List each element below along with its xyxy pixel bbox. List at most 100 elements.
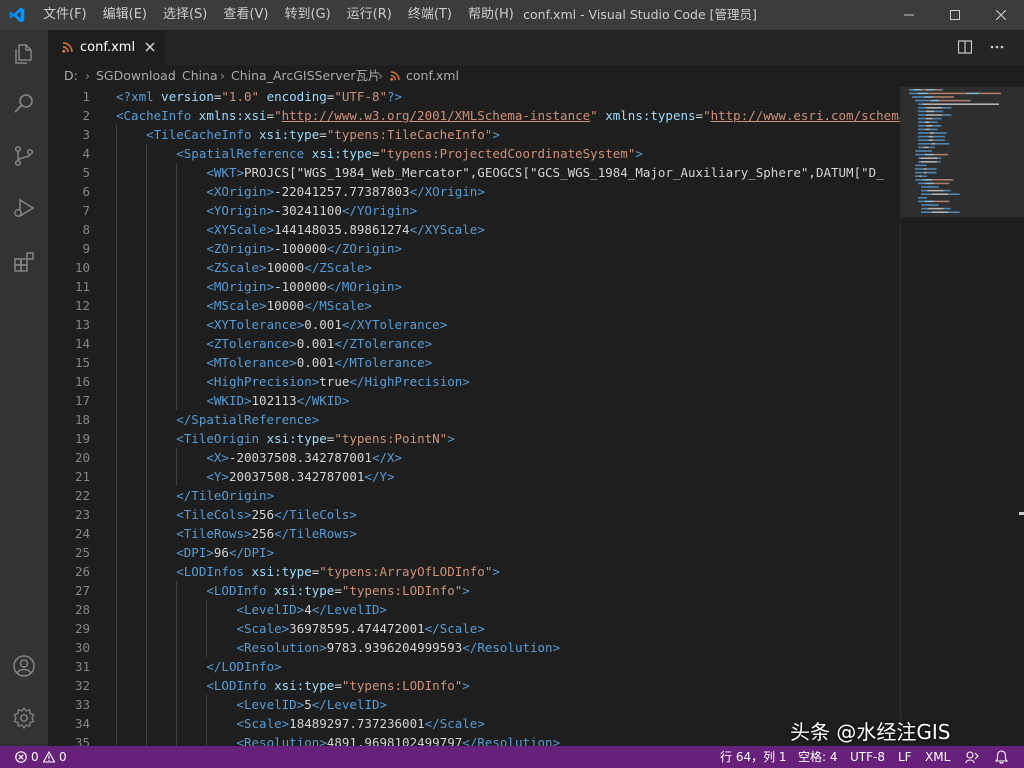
- indent-guide: [146, 448, 148, 467]
- indent-guide: [146, 258, 148, 277]
- breadcrumb-china-arcgisserver[interactable]: China_ArcGISServer瓦片: [231, 65, 381, 87]
- encoding[interactable]: UTF-8: [850, 746, 885, 768]
- line-number: 14: [74, 336, 90, 351]
- code-line[interactable]: 10 <ZScale>10000</ZScale>: [48, 258, 900, 277]
- minimap[interactable]: [900, 87, 1024, 746]
- scrollbar-thumb[interactable]: [1019, 512, 1024, 515]
- line-number: 25: [74, 545, 90, 560]
- indent-guide: [146, 144, 148, 163]
- status-bar: 0 0 行 64，列 1 空格: 4 UTF-8 LF XML: [0, 746, 1024, 768]
- code-line[interactable]: 35 <Resolution>4891.9698102499797</Resolu…: [48, 733, 900, 746]
- code-line[interactable]: 19 <TileOrigin xsi:type="typens:PointN">: [48, 429, 900, 448]
- code-line[interactable]: 2 <CacheInfo xmlns:xsi="http://www.w3.org…: [48, 106, 900, 125]
- code-line[interactable]: 24 <TileRows>256</TileRows>: [48, 524, 900, 543]
- split-editor-icon[interactable]: [958, 40, 972, 54]
- code-editor[interactable]: 1 <?xml version="1.0" encoding="UTF-8"?> 2…: [48, 87, 900, 746]
- code-line[interactable]: 23 <TileCols>256</TileCols>: [48, 505, 900, 524]
- code-line[interactable]: 8 <XYScale>144148035.89861274</XYScale>: [48, 220, 900, 239]
- code-line[interactable]: 4 <SpatialReference xsi:type="typens:Proj…: [48, 144, 900, 163]
- indent-guide: [146, 638, 148, 657]
- code-line[interactable]: 17 <WKID>102113</WKID>: [48, 391, 900, 410]
- explorer-icon[interactable]: [12, 42, 36, 66]
- code-line[interactable]: 25 <DPI>96</DPI>: [48, 543, 900, 562]
- menu-file[interactable]: 文件(F): [35, 0, 95, 30]
- rss-file-icon: [390, 71, 400, 81]
- code-line[interactable]: 26 <LODInfos xsi:type="typens:ArrayOfLODI…: [48, 562, 900, 581]
- code-line[interactable]: 14 <ZTolerance>0.001</ZTolerance>: [48, 334, 900, 353]
- close-window-button[interactable]: [978, 0, 1024, 30]
- cursor-position[interactable]: 行 64，列 1: [720, 746, 787, 768]
- code-line[interactable]: 13 <XYTolerance>0.001</XYTolerance>: [48, 315, 900, 334]
- menu-go[interactable]: 转到(G): [276, 0, 338, 30]
- indent-guide: [116, 600, 117, 619]
- feedback-icon[interactable]: [965, 750, 979, 764]
- code-line[interactable]: 9 <ZOrigin>-100000</ZOrigin>: [48, 239, 900, 258]
- breadcrumb-file[interactable]: conf.xml: [406, 65, 459, 87]
- code-line[interactable]: 7 <YOrigin>-30241100</YOrigin>: [48, 201, 900, 220]
- code-line[interactable]: 3 <TileCacheInfo xsi:type="typens:TileCac…: [48, 125, 900, 144]
- language-mode[interactable]: XML: [925, 746, 950, 768]
- tab-conf-xml[interactable]: conf.xml: [48, 30, 166, 65]
- code-line[interactable]: 32 <LODInfo xsi:type="typens:LODInfo">: [48, 676, 900, 695]
- code-line[interactable]: 27 <LODInfo xsi:type="typens:LODInfo">: [48, 581, 900, 600]
- menu-run[interactable]: 运行(R): [339, 0, 400, 30]
- code-text: <?xml version="1.0" encoding="UTF-8"?>: [116, 89, 403, 104]
- minimize-button[interactable]: [886, 0, 932, 30]
- code-text: <Resolution>4891.9698102499797</Resoluti…: [236, 735, 561, 746]
- code-line[interactable]: 11 <MOrigin>-100000</MOrigin>: [48, 277, 900, 296]
- problems-count[interactable]: 0: [31, 746, 39, 768]
- indent-guide: [116, 429, 117, 448]
- indent-guide: [116, 562, 117, 581]
- more-actions-icon[interactable]: [990, 45, 1004, 49]
- error-icon[interactable]: [15, 751, 27, 763]
- code-line[interactable]: 28 <LevelID>4</LevelID>: [48, 600, 900, 619]
- code-line[interactable]: 22 </TileOrigin>: [48, 486, 900, 505]
- breadcrumb-sgdownload[interactable]: SGDownload: [96, 65, 176, 87]
- settings-gear-icon[interactable]: [12, 706, 36, 730]
- indentation[interactable]: 空格: 4: [798, 746, 838, 768]
- code-line[interactable]: 20 <X>-20037508.342787001</X>: [48, 448, 900, 467]
- menu-view[interactable]: 查看(V): [215, 0, 276, 30]
- indent-guide: [116, 239, 117, 258]
- indent-guide: [146, 391, 148, 410]
- code-line[interactable]: 33 <LevelID>5</LevelID>: [48, 695, 900, 714]
- code-line[interactable]: 31 </LODInfo>: [48, 657, 900, 676]
- code-line[interactable]: 6 <XOrigin>-22041257.77387803</XOrigin>: [48, 182, 900, 201]
- code-line[interactable]: 18 </SpatialReference>: [48, 410, 900, 429]
- run-debug-icon[interactable]: [12, 196, 36, 220]
- account-icon[interactable]: [12, 654, 36, 678]
- line-number: 34: [74, 716, 90, 731]
- extensions-icon[interactable]: [12, 250, 36, 274]
- code-line[interactable]: 34 <Scale>18489297.737236001</Scale>: [48, 714, 900, 733]
- warnings-count[interactable]: 0: [59, 746, 67, 768]
- indent-guide: [146, 676, 148, 695]
- code-line[interactable]: 15 <MTolerance>0.001</MTolerance>: [48, 353, 900, 372]
- notifications-bell-icon[interactable]: [995, 750, 1008, 764]
- code-text: <ZScale>10000</ZScale>: [206, 260, 372, 275]
- menu-terminal[interactable]: 终端(T): [400, 0, 460, 30]
- menu-selection[interactable]: 选择(S): [155, 0, 215, 30]
- code-line[interactable]: 5 <WKT>PROJCS["WGS_1984_Web_Mercator",GEO…: [48, 163, 900, 182]
- code-line[interactable]: 30 <Resolution>9783.9396204999593</Resolu…: [48, 638, 900, 657]
- code-line[interactable]: 1 <?xml version="1.0" encoding="UTF-8"?>: [48, 87, 900, 106]
- indent-guide: [146, 505, 148, 524]
- breadcrumb-china[interactable]: China: [182, 65, 218, 87]
- code-line[interactable]: 12 <MScale>10000</MScale>: [48, 296, 900, 315]
- code-line[interactable]: 21 <Y>20037508.342787001</Y>: [48, 467, 900, 486]
- indent-guide: [116, 391, 117, 410]
- close-tab-icon[interactable]: [144, 41, 156, 53]
- indent-guide: [146, 543, 148, 562]
- source-control-icon[interactable]: [12, 144, 36, 168]
- code-line[interactable]: 29 <Scale>36978595.474472001</Scale>: [48, 619, 900, 638]
- code-text: </TileOrigin>: [176, 488, 275, 503]
- code-text: <LevelID>5</LevelID>: [236, 697, 388, 712]
- menu-edit[interactable]: 编辑(E): [95, 0, 155, 30]
- maximize-button[interactable]: [932, 0, 978, 30]
- indent-guide: [176, 353, 178, 372]
- end-of-line[interactable]: LF: [898, 746, 912, 768]
- breadcrumb-drive[interactable]: D:: [64, 65, 78, 87]
- warning-icon[interactable]: [43, 751, 55, 763]
- indent-guide: [116, 144, 117, 163]
- code-line[interactable]: 16 <HighPrecision>true</HighPrecision>: [48, 372, 900, 391]
- search-icon[interactable]: [12, 92, 36, 116]
